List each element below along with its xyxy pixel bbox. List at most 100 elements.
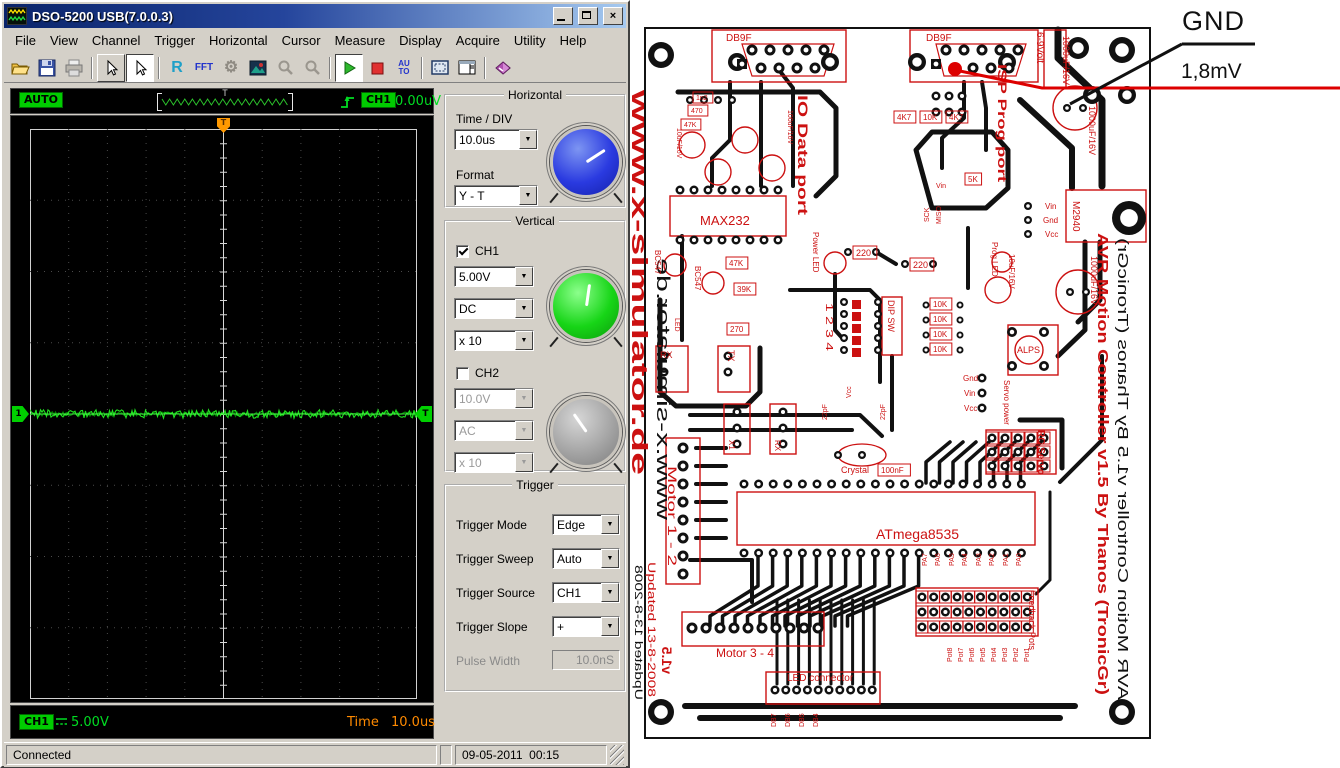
menu-utility[interactable]: Utility bbox=[507, 31, 553, 50]
settings-button[interactable]: ⚙ bbox=[218, 55, 244, 81]
pcb-label: 4K7 bbox=[897, 113, 912, 122]
probe-point bbox=[948, 62, 962, 76]
pcb-label: BC547 bbox=[653, 250, 662, 275]
ch1-checkbox[interactable] bbox=[456, 244, 469, 258]
zoom-in-button[interactable] bbox=[272, 55, 298, 81]
menu-channel[interactable]: Channel bbox=[85, 31, 147, 50]
menu-display[interactable]: Display bbox=[392, 31, 449, 50]
pcb-label: Servo power bbox=[1002, 380, 1011, 425]
autoset-button[interactable]: AU TO bbox=[391, 55, 417, 81]
minimize-button[interactable] bbox=[553, 7, 573, 25]
refresh-button[interactable]: R bbox=[164, 55, 190, 81]
trigger-edge-icon bbox=[341, 96, 354, 108]
trigger-slope-select[interactable]: + ▼ bbox=[552, 616, 620, 637]
menu-view[interactable]: View bbox=[43, 31, 85, 50]
dropdown-arrow-icon[interactable]: ▼ bbox=[601, 617, 619, 636]
pcb-label: MAX232 bbox=[700, 213, 750, 228]
pcb-label: Gnd bbox=[1043, 216, 1058, 225]
pcb-label: PA2 bbox=[989, 553, 996, 566]
horizontal-group: Horizontal Time / DIV 10.0us ▼ Format Y … bbox=[444, 88, 626, 208]
pcb-label: Pot5 bbox=[980, 647, 987, 662]
dc-coupling-icon bbox=[56, 718, 67, 725]
pcb-label: Pot2 bbox=[1013, 647, 1020, 662]
dropdown-arrow-icon[interactable]: ▼ bbox=[515, 267, 533, 286]
save-button[interactable] bbox=[34, 55, 60, 81]
trigger-level-marker[interactable]: T bbox=[415, 406, 432, 422]
pcb-label: PA3 bbox=[976, 553, 983, 566]
cursor-arrow-icon bbox=[107, 59, 119, 76]
dropdown-arrow-icon[interactable]: ▼ bbox=[601, 515, 619, 534]
panel-layout-button[interactable] bbox=[454, 55, 480, 81]
pcb-label: DB7 bbox=[771, 713, 778, 727]
menu-horizontal[interactable]: Horizontal bbox=[202, 31, 275, 50]
save-floppy-icon bbox=[38, 59, 56, 76]
pcb-label: ALPS bbox=[1017, 345, 1040, 355]
menu-acquire[interactable]: Acquire bbox=[449, 31, 507, 50]
dropdown-arrow-icon[interactable]: ▼ bbox=[601, 549, 619, 568]
zoom-out-button[interactable] bbox=[299, 55, 325, 81]
ch1-position-marker[interactable]: 1 bbox=[12, 406, 29, 422]
image-icon bbox=[249, 60, 267, 75]
pcb-label: Vcc bbox=[1045, 230, 1058, 239]
menu-cursor[interactable]: Cursor bbox=[275, 31, 328, 50]
open-button[interactable] bbox=[7, 55, 33, 81]
ch2-checkbox[interactable] bbox=[456, 366, 469, 380]
ch1-knob[interactable] bbox=[550, 270, 622, 342]
dropdown-arrow-icon[interactable]: ▼ bbox=[601, 583, 619, 602]
title-bar[interactable]: DSO-5200 USB(7.0.0.3) × bbox=[4, 4, 626, 28]
pcb-label: Vin bbox=[936, 183, 946, 190]
resize-grip[interactable] bbox=[610, 745, 624, 765]
pcb-label: Vin bbox=[964, 389, 975, 398]
trigger-source-select[interactable]: CH1 ▼ bbox=[552, 582, 620, 603]
maximize-icon bbox=[582, 11, 591, 19]
ch1-probe-select[interactable]: x 10 ▼ bbox=[454, 330, 534, 351]
pcb-label: Pot1 bbox=[1024, 647, 1031, 662]
dropdown-arrow-icon[interactable]: ▼ bbox=[515, 299, 533, 318]
pcb-label: DB6 bbox=[785, 713, 792, 727]
horizontal-knob[interactable] bbox=[550, 126, 622, 198]
dropdown-arrow-icon[interactable]: ▼ bbox=[515, 331, 533, 350]
stop-button[interactable] bbox=[364, 55, 390, 81]
pcb-label: Feedback Pots bbox=[1027, 590, 1037, 651]
dropdown-arrow-icon[interactable]: ▼ bbox=[519, 130, 537, 149]
ch2-checkbox-row[interactable]: CH2 bbox=[456, 366, 499, 380]
autoset-icon: AU TO bbox=[398, 59, 410, 76]
dropdown-arrow-icon[interactable]: ▼ bbox=[519, 186, 537, 205]
preview-waveform-icon bbox=[161, 98, 288, 106]
help-book-icon bbox=[495, 60, 511, 75]
waveform-preview[interactable]: T bbox=[157, 88, 293, 111]
oscilloscope-window: DSO-5200 USB(7.0.0.3) × File View Channe… bbox=[0, 0, 630, 768]
dropdown-arrow-icon: ▼ bbox=[515, 453, 533, 472]
print-button[interactable] bbox=[61, 55, 87, 81]
time-div-select[interactable]: 10.0us ▼ bbox=[454, 129, 538, 150]
pcb-label: AVR Motion Controller v1.5 By Thanos (Tr… bbox=[1114, 238, 1131, 700]
ch1-coupling-select[interactable]: DC ▼ bbox=[454, 298, 534, 319]
fft-button[interactable]: FFT bbox=[191, 55, 217, 81]
cursor-select-button[interactable] bbox=[97, 53, 125, 82]
trigger-mode-select[interactable]: Edge ▼ bbox=[552, 514, 620, 535]
menu-measure[interactable]: Measure bbox=[328, 31, 393, 50]
start-button[interactable] bbox=[335, 53, 363, 82]
trigger-sweep-select[interactable]: Auto ▼ bbox=[552, 548, 620, 569]
trigger-sweep-selected: Auto bbox=[557, 552, 582, 566]
cursor-track-button[interactable] bbox=[126, 53, 154, 82]
pcb-label: 100nF bbox=[881, 466, 904, 475]
help-button[interactable] bbox=[490, 55, 516, 81]
ch1-volts-select[interactable]: 5.00V ▼ bbox=[454, 266, 534, 287]
ch1-checkbox-row[interactable]: CH1 bbox=[456, 244, 499, 258]
pcb-label: 4K7 bbox=[949, 113, 964, 122]
menu-file[interactable]: File bbox=[8, 31, 43, 50]
menu-help[interactable]: Help bbox=[553, 31, 594, 50]
maximize-button[interactable] bbox=[578, 7, 598, 25]
trigger-slope-selected: + bbox=[557, 620, 565, 634]
ch2-knob[interactable] bbox=[550, 396, 622, 468]
close-button[interactable]: × bbox=[603, 7, 623, 25]
pcb-label: 39K bbox=[737, 285, 752, 294]
snapshot-button[interactable] bbox=[245, 55, 271, 81]
ch2-coupling-select: AC ▼ bbox=[454, 420, 534, 441]
app-icon bbox=[7, 7, 27, 25]
fullscreen-button[interactable] bbox=[427, 55, 453, 81]
menu-trigger[interactable]: Trigger bbox=[147, 31, 202, 50]
format-select[interactable]: Y - T ▼ bbox=[454, 185, 538, 206]
status-bar: Connected 09-05-2011 00:15 bbox=[4, 742, 626, 767]
